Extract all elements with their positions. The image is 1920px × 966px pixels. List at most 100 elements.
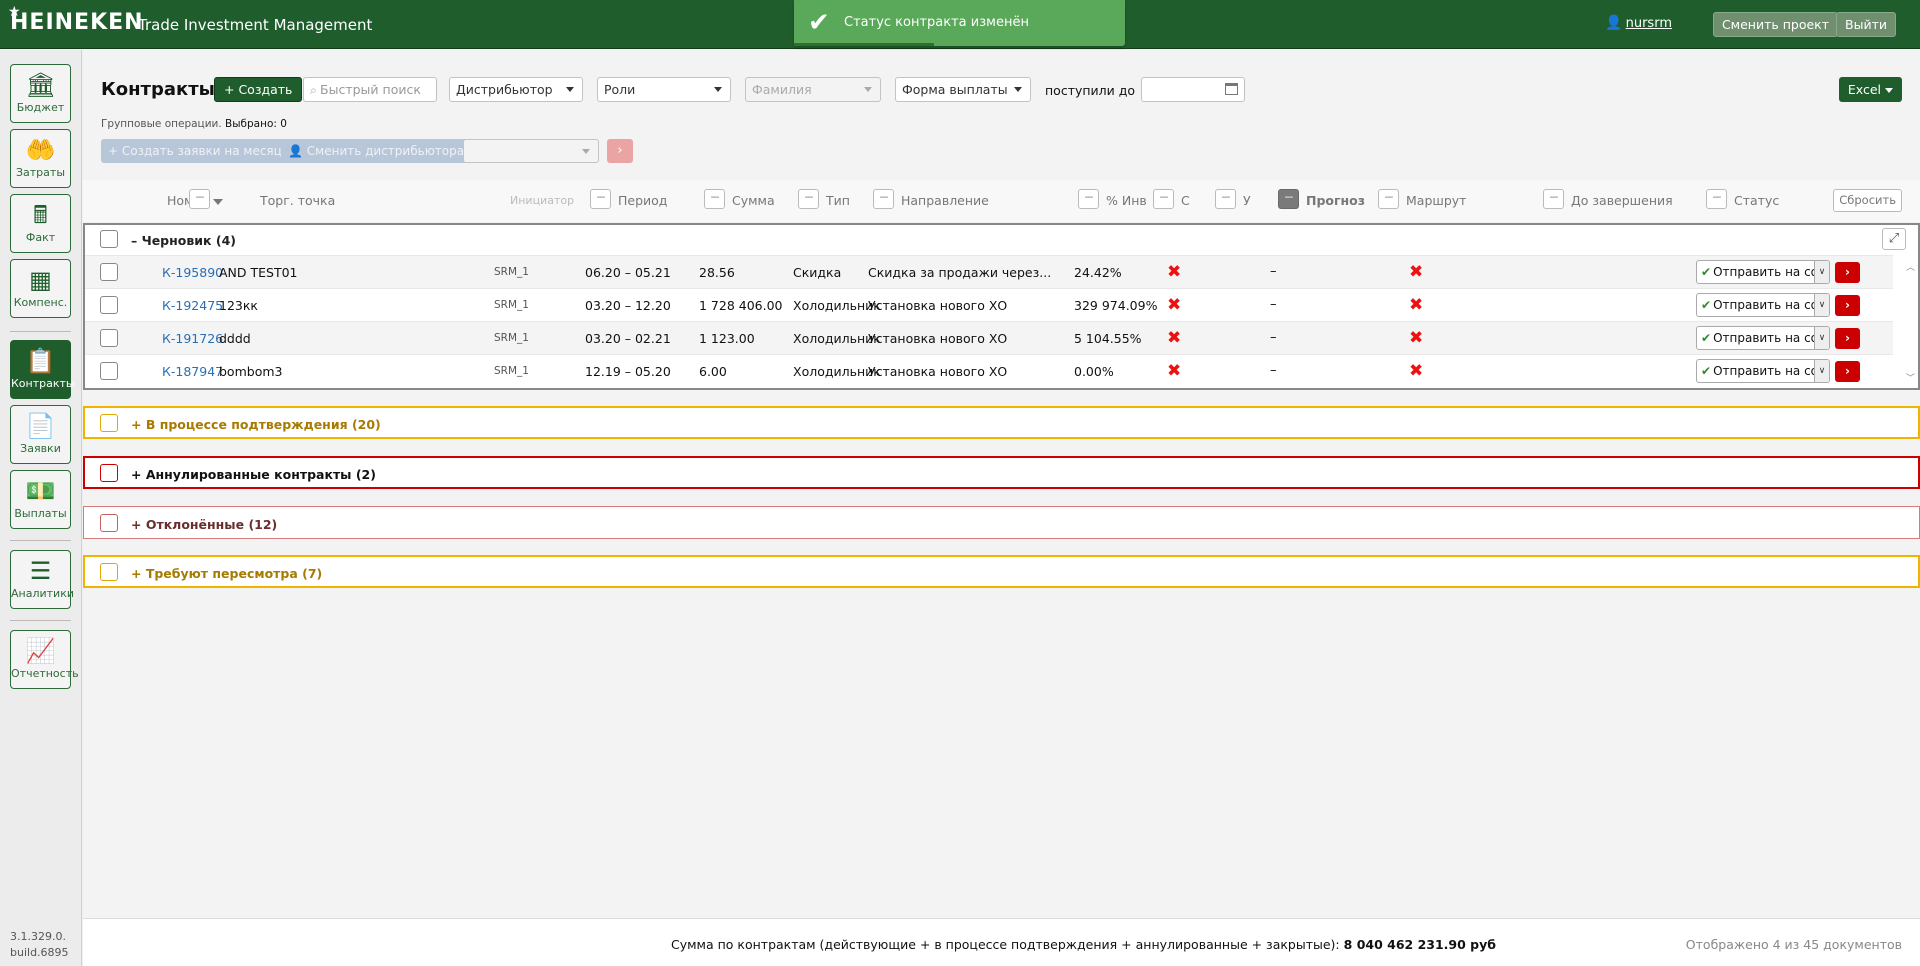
filter-direction-button[interactable]: ---	[873, 189, 894, 209]
chevron-down-icon[interactable]: ∨	[1814, 360, 1829, 382]
scroll-down-icon[interactable]: ﹀	[1906, 371, 1916, 384]
filter-period-button[interactable]: ---	[590, 189, 611, 209]
scroll-up-icon[interactable]: ︿	[1906, 260, 1916, 273]
filter-point-button[interactable]: ---	[189, 189, 210, 209]
table-row[interactable]: К-195890 AND TEST01 SRM_1 06.20 – 05.21 …	[85, 255, 1893, 288]
filter-type-button[interactable]: ---	[798, 189, 819, 209]
sidebar-item-contracts[interactable]: 📋 Контракты	[10, 340, 75, 399]
row-checkbox[interactable]	[100, 362, 118, 380]
sort-down-icon	[213, 198, 224, 205]
filter-forecast-button[interactable]: ---	[1278, 189, 1299, 209]
group-action-select[interactable]	[463, 139, 599, 163]
group-pending-title[interactable]: + В процессе подтверждения (20)	[131, 417, 381, 432]
send-approval-button[interactable]: ✔ Отправить на согл. ∨	[1696, 260, 1830, 284]
contract-number-link[interactable]: К-195890	[162, 265, 223, 280]
create-button[interactable]: + Создать	[214, 77, 303, 102]
distributor-select[interactable]: Дистрибьютор	[449, 77, 583, 102]
filter-until-end-button[interactable]: ---	[1543, 189, 1564, 209]
sidebar-item-requests[interactable]: 📄 Заявки	[10, 405, 71, 464]
open-contract-button[interactable]: ›	[1835, 262, 1860, 283]
footer: Сумма по контрактам (действующие + в про…	[83, 918, 1920, 966]
column-period[interactable]: Период	[618, 193, 667, 208]
table-row[interactable]: К-191726 dddd SRM_1 03.20 – 02.21 1 123.…	[85, 321, 1893, 354]
open-contract-button[interactable]: ›	[1835, 295, 1860, 316]
group-rejected-title[interactable]: + Отклонённые (12)	[131, 517, 277, 532]
group-rejected-checkbox[interactable]	[100, 514, 118, 532]
send-approval-button[interactable]: ✔ Отправить на согл. ∨	[1696, 293, 1830, 317]
column-c[interactable]: С	[1181, 193, 1190, 208]
cell-u: –	[1270, 264, 1277, 279]
group-review[interactable]: + Требуют пересмотра (7)	[83, 555, 1920, 588]
column-inv[interactable]: % Инв	[1106, 193, 1147, 208]
received-until-date-input[interactable]	[1141, 77, 1245, 102]
excel-export-button[interactable]: Excel	[1838, 77, 1902, 102]
filter-status-button[interactable]: ---	[1706, 189, 1727, 209]
contract-number-link[interactable]: К-187947	[162, 364, 223, 379]
group-pending[interactable]: + В процессе подтверждения (20)	[83, 406, 1920, 439]
sidebar-item-budget[interactable]: 🏛 Бюджет	[10, 64, 71, 123]
contract-number-link[interactable]: К-191726	[162, 331, 223, 346]
filter-c-button[interactable]: ---	[1153, 189, 1174, 209]
change-distributor-button[interactable]: 👤 Сменить дистрибьютора	[281, 139, 472, 163]
group-rejected[interactable]: + Отклонённые (12)	[83, 506, 1920, 539]
table-row[interactable]: К-192475 123кк SRM_1 03.20 – 12.20 1 728…	[85, 288, 1893, 321]
sidebar-item-compensation[interactable]: ▦ Компенс.	[10, 259, 71, 318]
chevron-down-icon[interactable]: ∨	[1814, 261, 1829, 283]
cell-initiator: SRM_1	[494, 266, 529, 278]
calendar-icon[interactable]	[1225, 83, 1238, 95]
column-route[interactable]: Маршрут	[1406, 193, 1466, 208]
row-checkbox[interactable]	[100, 329, 118, 347]
expand-icon[interactable]: ⤢	[1882, 228, 1906, 250]
row-checkbox[interactable]	[100, 263, 118, 281]
column-type[interactable]: Тип	[826, 193, 850, 208]
group-draft-checkbox[interactable]	[100, 230, 118, 248]
payment-form-select[interactable]: Форма выплаты	[895, 77, 1031, 102]
column-initiator[interactable]: Инициатор	[510, 194, 574, 207]
group-cancelled-checkbox[interactable]	[100, 464, 118, 482]
surname-select[interactable]: Фамилия	[745, 77, 881, 102]
column-sum[interactable]: Сумма	[732, 193, 775, 208]
contract-number-link[interactable]: К-192475	[162, 298, 223, 313]
group-review-title[interactable]: + Требуют пересмотра (7)	[131, 566, 322, 581]
scrollbar[interactable]: ︿ ﹀	[1906, 260, 1916, 384]
sidebar-item-analytics[interactable]: ☰ Аналитики	[10, 550, 74, 609]
send-approval-button[interactable]: ✔ Отправить на согл. ∨	[1696, 326, 1830, 350]
chevron-down-icon[interactable]: ∨	[1814, 327, 1829, 349]
sidebar-divider	[10, 331, 71, 332]
column-direction[interactable]: Направление	[901, 193, 989, 208]
group-cancelled-title[interactable]: + Аннулированные контракты (2)	[131, 467, 376, 482]
filter-sum-button[interactable]: ---	[704, 189, 725, 209]
filter-route-button[interactable]: ---	[1378, 189, 1399, 209]
group-draft-title[interactable]: – Черновик (4)	[131, 233, 236, 248]
group-action-go-button[interactable]: ›	[607, 139, 633, 163]
column-until-end[interactable]: До завершения	[1571, 193, 1673, 208]
column-u[interactable]: У	[1243, 193, 1251, 208]
heineken-logo[interactable]: ★ HEINEKEN	[8, 4, 144, 35]
filter-inv-button[interactable]: ---	[1078, 189, 1099, 209]
change-project-button[interactable]: Сменить проект	[1712, 12, 1838, 37]
sidebar-item-reports[interactable]: 📈 Отчетность	[10, 630, 79, 689]
group-cancelled[interactable]: + Аннулированные контракты (2)	[83, 456, 1920, 489]
filter-u-button[interactable]: ---	[1215, 189, 1236, 209]
row-checkbox[interactable]	[100, 296, 118, 314]
column-forecast[interactable]: Прогноз	[1306, 193, 1365, 208]
create-monthly-requests-button[interactable]: + Создать заявки на месяц	[101, 139, 289, 163]
open-contract-button[interactable]: ›	[1835, 361, 1860, 382]
sidebar-item-fact[interactable]: 🖩 Факт	[10, 194, 71, 253]
column-status[interactable]: Статус	[1734, 193, 1779, 208]
sidebar-item-costs[interactable]: 🤲 Затраты	[10, 129, 71, 188]
group-draft-header[interactable]: – Черновик (4) ⤢	[85, 225, 1918, 255]
open-contract-button[interactable]: ›	[1835, 328, 1860, 349]
quick-search-input[interactable]: ⌕ Быстрый поиск	[303, 77, 437, 102]
user-link[interactable]: 👤 nursrm	[1605, 15, 1672, 31]
reset-filters-button[interactable]: Сбросить	[1833, 189, 1902, 212]
send-approval-button[interactable]: ✔ Отправить на согл. ∨	[1696, 359, 1830, 383]
column-point[interactable]: Торг. точка	[260, 193, 335, 208]
chevron-down-icon[interactable]: ∨	[1814, 294, 1829, 316]
group-pending-checkbox[interactable]	[100, 414, 118, 432]
sidebar-item-payments[interactable]: 💵 Выплаты	[10, 470, 71, 529]
group-review-checkbox[interactable]	[100, 563, 118, 581]
logout-button[interactable]: Выйти	[1836, 12, 1896, 37]
roles-select[interactable]: Роли	[597, 77, 731, 102]
table-row[interactable]: К-187947 bombom3 SRM_1 12.19 – 05.20 6.0…	[85, 354, 1893, 387]
